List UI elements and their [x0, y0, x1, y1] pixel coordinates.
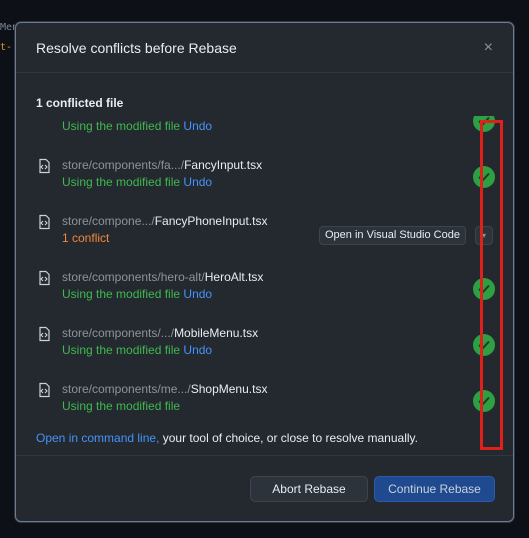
- resolve-hint: Open in command line, your tool of choic…: [36, 431, 418, 445]
- list-item: store/compone.../FancyPhoneInput.tsx 1 c…: [16, 212, 513, 268]
- close-icon[interactable]: ×: [484, 39, 493, 57]
- open-in-vscode-button[interactable]: Open in Visual Studio Code: [319, 226, 466, 245]
- file-path: store/components/me.../ShopMenu.tsx: [62, 382, 268, 396]
- file-diff-icon: [36, 214, 52, 230]
- file-status: Using the modified file Undo: [62, 343, 213, 357]
- abort-rebase-button[interactable]: Abort Rebase: [250, 476, 368, 502]
- check-icon: [473, 390, 495, 412]
- file-status: Using the modified file Undo: [62, 287, 213, 301]
- list-item: store/components/.../MobileMenu.tsx Usin…: [16, 324, 513, 380]
- file-path: store/compone.../FancyPhoneInput.tsx: [62, 214, 268, 228]
- list-item: store/components/fa.../FancyInput.tsx Us…: [16, 156, 513, 212]
- undo-link[interactable]: Undo: [183, 343, 212, 357]
- dialog-content: 1 conflicted file Using the modified fil…: [16, 74, 513, 455]
- conflict-status: 1 conflict: [62, 231, 110, 245]
- resolve-conflicts-dialog: Resolve conflicts before Rebase × 1 conf…: [15, 22, 514, 522]
- conflicted-files-count: 1 conflicted file: [36, 96, 124, 110]
- file-status: Using the modified file: [62, 399, 181, 413]
- file-status: Using the modified file Undo: [62, 175, 213, 189]
- check-icon: [473, 116, 495, 132]
- open-command-line-link[interactable]: Open in command line,: [36, 431, 159, 445]
- list-item: Using the modified file Undo: [16, 116, 513, 156]
- check-icon: [473, 278, 495, 300]
- file-diff-icon: [36, 158, 52, 174]
- file-diff-icon: [36, 382, 52, 398]
- file-path: store/components/.../MobileMenu.tsx: [62, 326, 259, 340]
- dialog-header: Resolve conflicts before Rebase ×: [16, 23, 513, 73]
- dialog-title: Resolve conflicts before Rebase: [36, 39, 237, 56]
- check-icon: [473, 334, 495, 356]
- undo-link[interactable]: Undo: [183, 175, 212, 189]
- undo-link[interactable]: Undo: [183, 119, 212, 133]
- file-diff-icon: [36, 326, 52, 342]
- list-item: store/components/me.../ShopMenu.tsx Usin…: [16, 380, 513, 416]
- list-item: store/components/hero-alt/HeroAlt.tsx Us…: [16, 268, 513, 324]
- file-list[interactable]: Using the modified file Undo store/compo…: [16, 116, 513, 416]
- file-diff-icon: [36, 270, 52, 286]
- chevron-down-icon[interactable]: ▾: [475, 226, 493, 245]
- file-path: store/components/fa.../FancyInput.tsx: [62, 158, 263, 172]
- continue-rebase-button[interactable]: Continue Rebase: [374, 476, 495, 502]
- dialog-footer: Abort Rebase Continue Rebase: [16, 455, 513, 521]
- file-status: Using the modified file Undo: [62, 119, 213, 133]
- check-icon: [473, 166, 495, 188]
- file-path: store/components/hero-alt/HeroAlt.tsx: [62, 270, 264, 284]
- undo-link[interactable]: Undo: [183, 287, 212, 301]
